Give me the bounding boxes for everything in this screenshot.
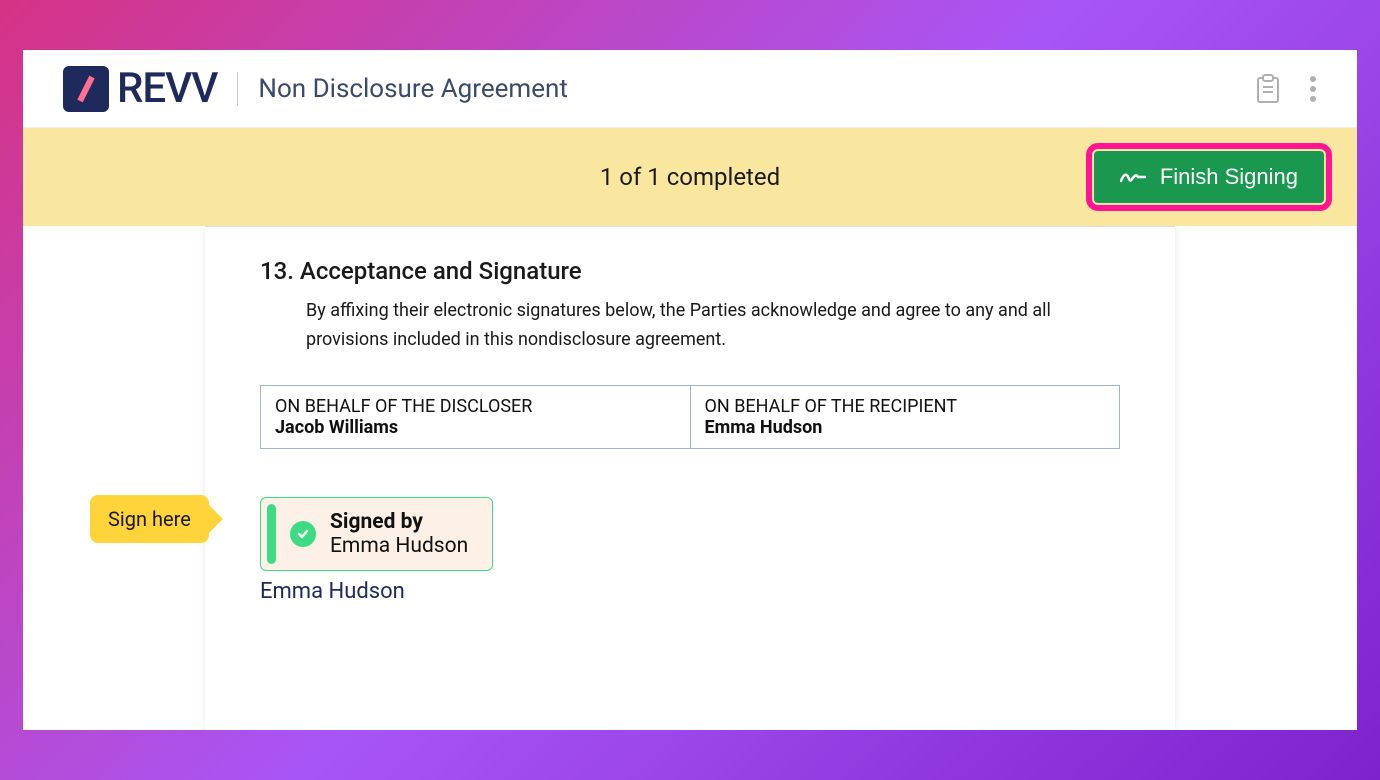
recipient-name: Emma Hudson bbox=[705, 417, 1106, 438]
finish-signing-label: Finish Signing bbox=[1160, 164, 1298, 190]
brand-name: REVV bbox=[117, 64, 217, 113]
brand-logo bbox=[63, 66, 109, 112]
document-page: 13. Acceptance and Signature By affixing… bbox=[205, 226, 1175, 730]
discloser-label: ON BEHALF OF THE DISCLOSER bbox=[275, 396, 676, 417]
content-area: 13. Acceptance and Signature By affixing… bbox=[23, 226, 1357, 730]
signed-by-name: Emma Hudson bbox=[330, 534, 468, 558]
more-menu-icon[interactable] bbox=[1309, 74, 1317, 104]
signed-indicator[interactable]: Signed by Emma Hudson bbox=[260, 497, 493, 571]
finish-signing-button[interactable]: Finish Signing bbox=[1094, 151, 1324, 203]
signer-caption: Emma Hudson bbox=[260, 579, 1120, 604]
clipboard-icon[interactable] bbox=[1255, 74, 1281, 104]
finish-highlight: Finish Signing bbox=[1086, 143, 1332, 211]
sign-here-tag[interactable]: Sign here bbox=[90, 495, 209, 543]
document-title: Non Disclosure Agreement bbox=[258, 74, 567, 104]
completion-status: 1 of 1 completed bbox=[600, 163, 780, 191]
parties-table: ON BEHALF OF THE DISCLOSER Jacob William… bbox=[260, 385, 1120, 449]
header-actions bbox=[1255, 74, 1317, 104]
discloser-name: Jacob Williams bbox=[275, 417, 676, 438]
recipient-label: ON BEHALF OF THE RECIPIENT bbox=[705, 396, 1106, 417]
section-heading: 13. Acceptance and Signature bbox=[260, 257, 1120, 285]
check-icon bbox=[290, 521, 316, 547]
header: REVV Non Disclosure Agreement bbox=[23, 50, 1357, 128]
signed-by-label: Signed by bbox=[330, 510, 468, 534]
divider bbox=[237, 72, 238, 106]
signature-icon bbox=[1120, 167, 1146, 187]
table-cell-discloser: ON BEHALF OF THE DISCLOSER Jacob William… bbox=[261, 385, 691, 448]
table-cell-recipient: ON BEHALF OF THE RECIPIENT Emma Hudson bbox=[690, 385, 1120, 448]
signed-accent-bar bbox=[267, 504, 276, 564]
app-window: REVV Non Disclosure Agreement 1 of 1 com… bbox=[23, 50, 1357, 730]
section-body: By affixing their electronic signatures … bbox=[306, 297, 1120, 355]
status-bar: 1 of 1 completed Finish Signing bbox=[23, 128, 1357, 226]
